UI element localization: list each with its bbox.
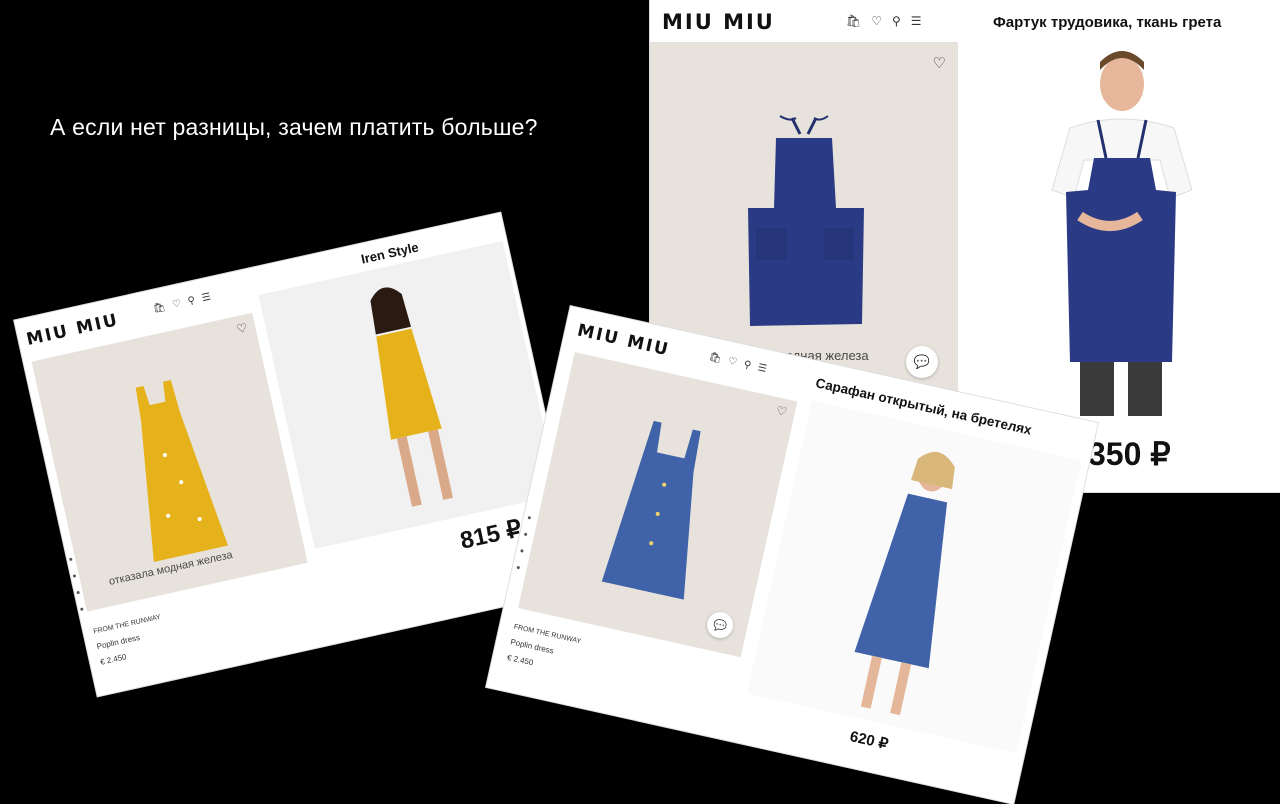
search-icon[interactable]: ⚲ bbox=[743, 359, 753, 371]
compare-price: 620 ₽ bbox=[848, 728, 890, 754]
product-name: Poplin dress bbox=[95, 632, 141, 652]
product-photo-blue: ♡ 💬 bbox=[518, 352, 798, 658]
header-icons: 🛍 ♡ ⚲ ☰ bbox=[846, 14, 922, 28]
product-photo-sarafan bbox=[746, 400, 1082, 754]
compare-price: 815 ₽ bbox=[457, 514, 525, 555]
menu-icon[interactable]: ☰ bbox=[757, 362, 768, 375]
product-price: € 2.450 bbox=[99, 652, 128, 667]
chat-icon: 💬 bbox=[712, 618, 728, 633]
menu-icon[interactable]: ☰ bbox=[911, 14, 922, 28]
header-icons: 🛍 ♡ ⚲ ☰ bbox=[708, 351, 768, 375]
man-in-apron-image bbox=[1051, 51, 1193, 416]
runway-label: FROM THE RUNWAY bbox=[92, 613, 162, 636]
bag-icon[interactable]: 🛍 bbox=[846, 14, 861, 28]
woman-in-blue-dress-image bbox=[854, 451, 955, 716]
search-icon[interactable]: ⚲ bbox=[187, 295, 197, 307]
menu-icon[interactable]: ☰ bbox=[201, 291, 212, 304]
yellow-dress-comparison-card: MIU MIU 🛍 ♡ ⚲ ☰ ♡ отказала модная железа… bbox=[14, 212, 584, 697]
heart-icon[interactable]: ♡ bbox=[727, 356, 738, 369]
header-icons: 🛍 ♡ ⚲ ☰ bbox=[152, 291, 212, 315]
heart-icon[interactable]: ♡ bbox=[171, 298, 182, 311]
woman-in-yellow-dress-image bbox=[370, 287, 453, 507]
heart-icon[interactable]: ♡ bbox=[871, 14, 882, 28]
product-name: Poplin dress bbox=[509, 637, 555, 656]
logo: MIU MIU bbox=[662, 10, 775, 34]
chat-icon: 💬 bbox=[913, 354, 931, 369]
headline: А если нет разницы, зачем платить больше… bbox=[50, 114, 538, 140]
product-photo-iren bbox=[258, 240, 559, 549]
logo: MIU MIU bbox=[575, 320, 672, 361]
bag-icon[interactable]: 🛍 bbox=[152, 302, 167, 315]
blue-dress-image bbox=[601, 420, 701, 600]
compare-price: 350 ₽ bbox=[1088, 436, 1171, 472]
bag-icon[interactable]: 🛍 bbox=[708, 351, 723, 364]
search-icon[interactable]: ⚲ bbox=[892, 14, 901, 28]
store-title: Фартук трудовика, ткань грета bbox=[993, 14, 1222, 31]
product-price: € 2.450 bbox=[506, 652, 535, 668]
chat-button[interactable]: 💬 bbox=[906, 346, 938, 378]
